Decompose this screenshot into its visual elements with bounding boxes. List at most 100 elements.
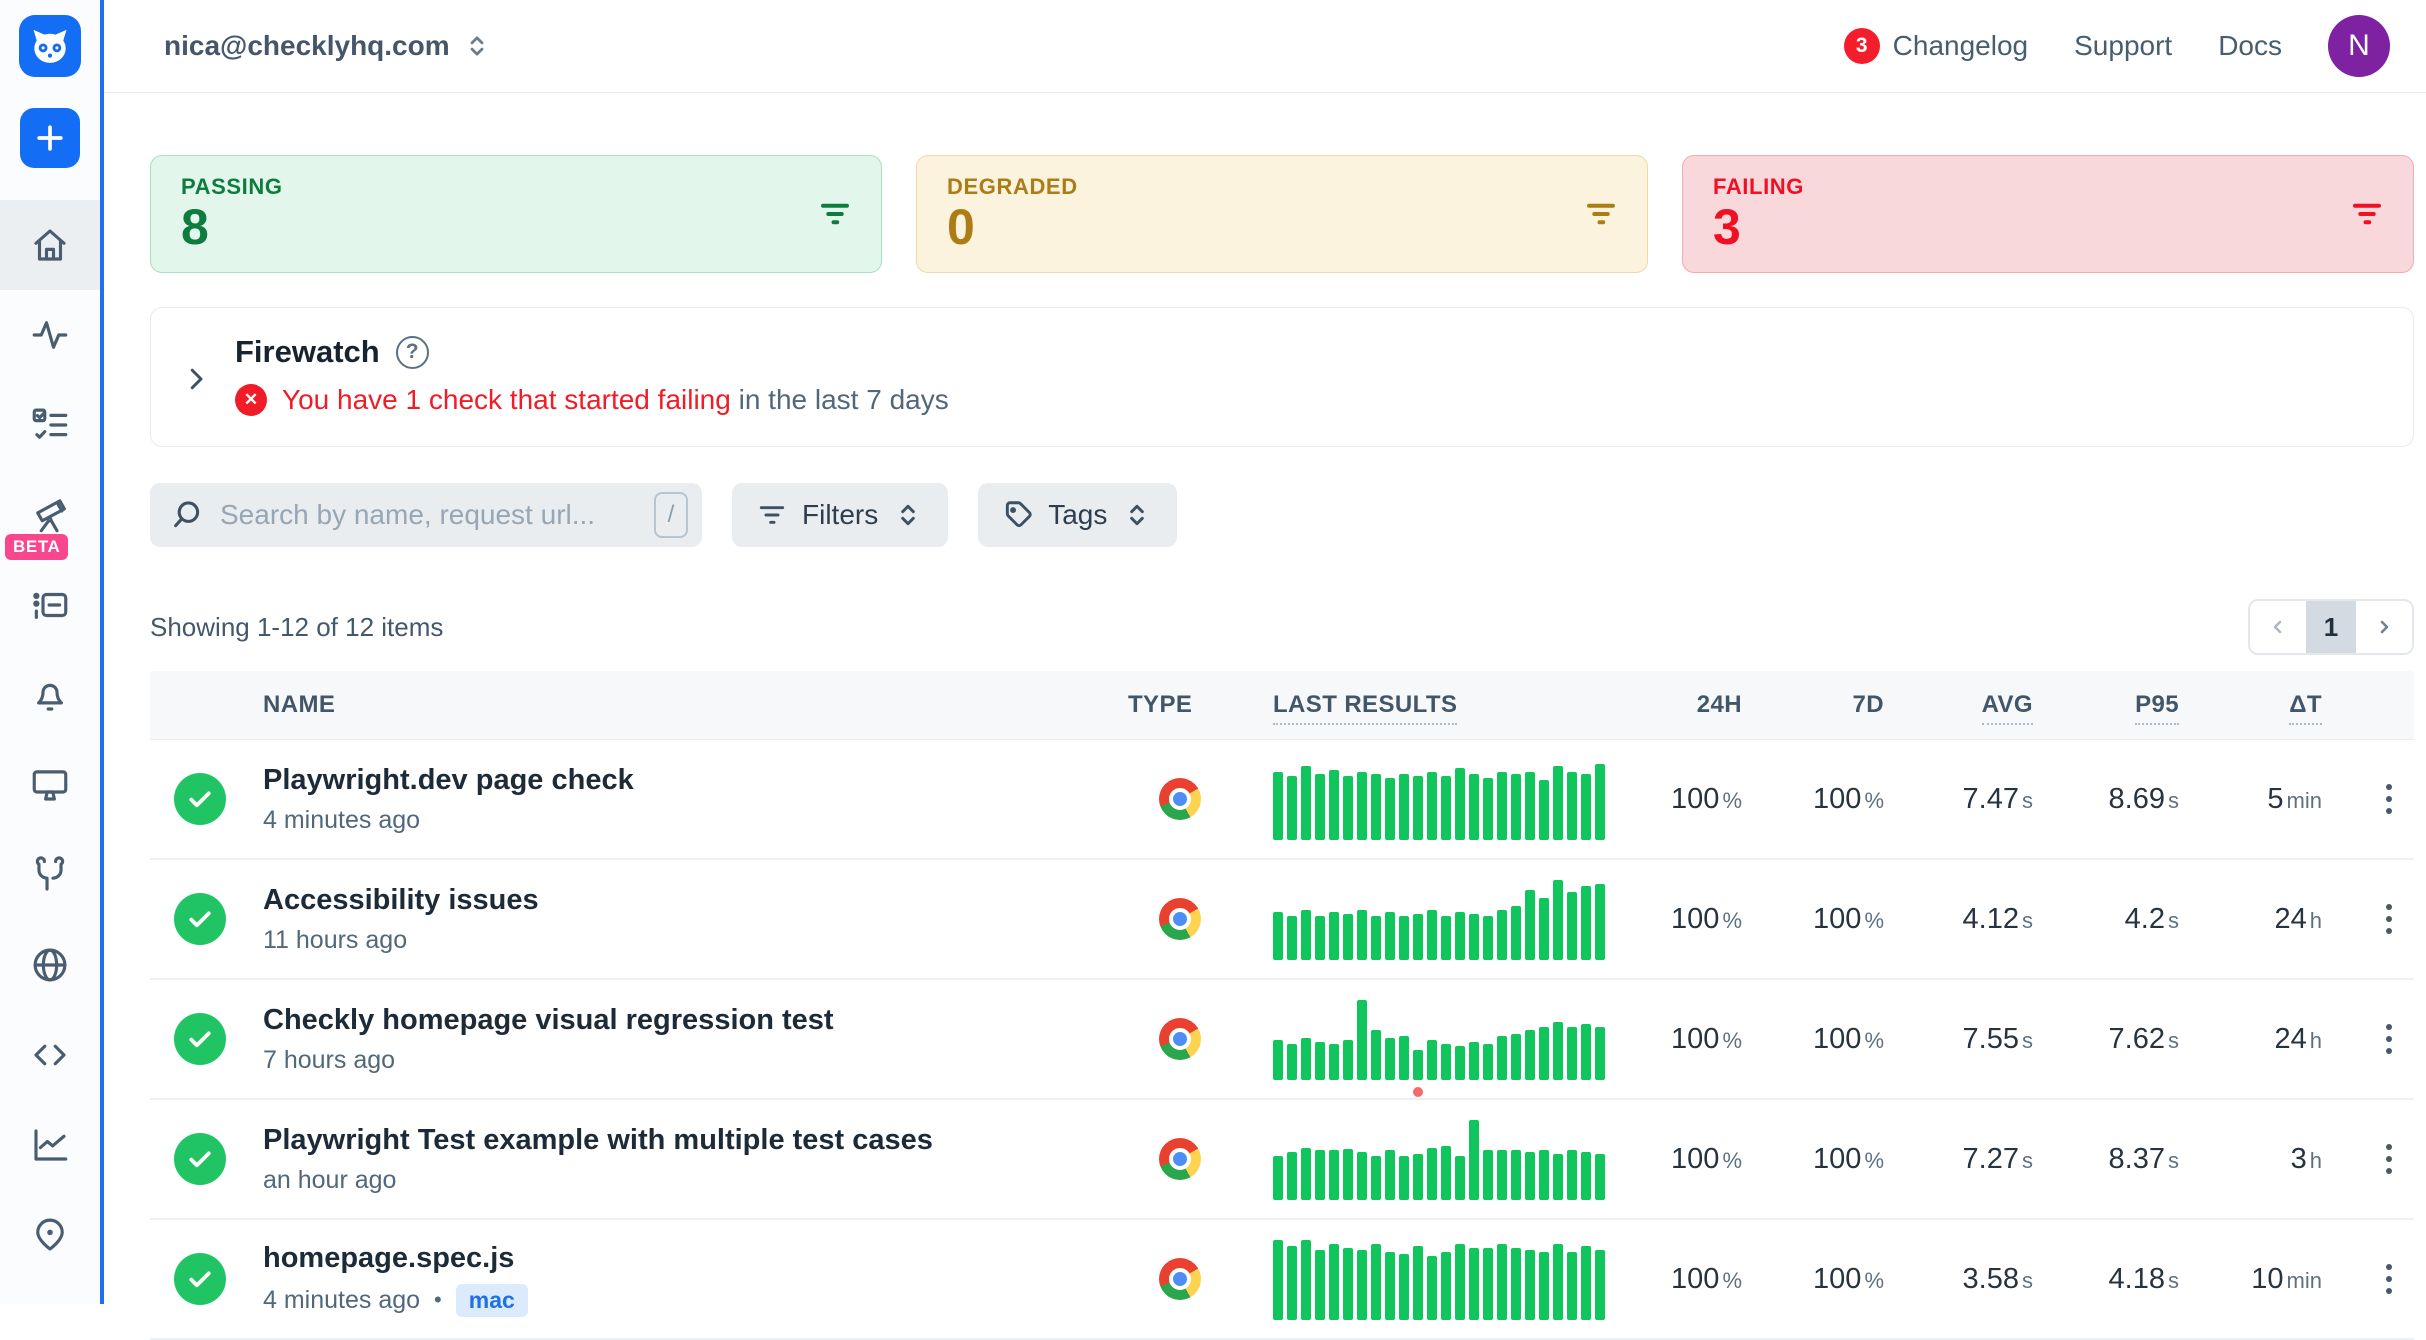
results-bar-chart[interactable] xyxy=(1273,1238,1670,1320)
check-name[interactable]: Playwright Test example with multiple te… xyxy=(263,1124,1128,1157)
row-menu-button[interactable] xyxy=(2378,776,2400,822)
col-avg[interactable]: AVG xyxy=(1982,691,2033,725)
search-box[interactable]: / xyxy=(150,483,702,547)
list-box-icon xyxy=(29,584,71,626)
sidebar-item-locations[interactable] xyxy=(0,1190,100,1280)
filters-label: Filters xyxy=(802,499,878,531)
prev-page-button[interactable] xyxy=(2250,601,2306,653)
sidebar-item-cli[interactable] xyxy=(0,1010,100,1100)
degraded-label: DEGRADED xyxy=(947,174,1617,200)
chrome-browser-icon xyxy=(1159,1018,1201,1060)
search-input[interactable] xyxy=(218,498,640,532)
row-menu-button[interactable] xyxy=(2378,1136,2400,1182)
check-name[interactable]: Checkly homepage visual regression test xyxy=(263,1004,1128,1037)
checkly-logo[interactable] xyxy=(19,15,81,77)
status-passing-icon xyxy=(174,773,226,825)
p95-time: 8.37 xyxy=(2109,1143,2165,1175)
table-row[interactable]: Playwright.dev page check 4 minutes ago … xyxy=(150,740,2414,860)
uptime-24h: 100 xyxy=(1671,1023,1719,1055)
checks-table: NAME TYPE LAST RESULTS 24H 7D AVG P95 ΔT… xyxy=(150,671,2414,1340)
account-switcher[interactable]: nica@checklyhq.com xyxy=(164,30,492,62)
search-icon xyxy=(170,498,204,532)
results-bar-chart[interactable] xyxy=(1273,1118,1670,1200)
uptime-24h: 100 xyxy=(1671,903,1719,935)
bell-icon xyxy=(29,674,71,716)
sidebar-item-analytics[interactable] xyxy=(0,1100,100,1190)
chrome-browser-icon xyxy=(1159,898,1201,940)
sidebar-item-runners[interactable] xyxy=(0,560,100,650)
chart-line-icon xyxy=(29,1124,71,1166)
sidebar-item-telescope-beta[interactable]: BETA xyxy=(0,470,100,560)
expand-chevron-icon[interactable] xyxy=(181,364,211,416)
current-page[interactable]: 1 xyxy=(2306,601,2356,653)
firewatch-panel: Firewatch ? ✕ You have 1 check that star… xyxy=(150,307,2414,447)
chrome-browser-icon xyxy=(1159,1138,1201,1180)
sidebar: BETA xyxy=(0,0,104,1304)
sidebar-item-private-locations[interactable] xyxy=(0,920,100,1010)
filter-icon[interactable] xyxy=(817,196,853,232)
check-name[interactable]: Accessibility issues xyxy=(263,884,1128,917)
help-icon[interactable]: ? xyxy=(396,336,429,369)
account-email: nica@checklyhq.com xyxy=(164,30,450,62)
status-passing-icon xyxy=(174,1253,226,1305)
last-run-time: 4 minutes ago xyxy=(263,806,420,835)
topbar: nica@checklyhq.com 3 Changelog Support D… xyxy=(104,0,2426,93)
filter-icon xyxy=(756,499,788,531)
results-bar-chart[interactable] xyxy=(1273,998,1670,1080)
col-type: TYPE xyxy=(1128,691,1273,719)
col-name: NAME xyxy=(263,691,1128,719)
filters-button[interactable]: Filters xyxy=(732,483,948,547)
alert-suffix: in the last 7 days xyxy=(739,384,949,415)
frequency: 10 xyxy=(2251,1263,2283,1295)
uptime-7d: 100 xyxy=(1813,1263,1861,1295)
table-row[interactable]: Accessibility issues 11 hours ago 100% 1… xyxy=(150,860,2414,980)
slash-shortcut-key: / xyxy=(654,492,688,538)
col-24h: 24H xyxy=(1697,691,1742,719)
avg-time: 4.12 xyxy=(1963,903,2019,935)
uptime-7d: 100 xyxy=(1813,903,1861,935)
tag-badge[interactable]: mac xyxy=(456,1284,528,1317)
sidebar-item-alerts[interactable] xyxy=(0,650,100,740)
failing-label: FAILING xyxy=(1713,174,2383,200)
user-avatar[interactable]: N xyxy=(2328,15,2390,77)
monitor-icon xyxy=(29,764,71,806)
tags-button[interactable]: Tags xyxy=(978,483,1177,547)
create-new-button[interactable] xyxy=(20,108,80,168)
checklist-icon xyxy=(29,404,71,446)
row-menu-button[interactable] xyxy=(2378,1016,2400,1062)
sidebar-item-activity[interactable] xyxy=(0,290,100,380)
tag-icon xyxy=(1002,499,1034,531)
support-link[interactable]: Support xyxy=(2074,30,2172,62)
degraded-count: 0 xyxy=(947,202,1617,252)
check-name[interactable]: homepage.spec.js xyxy=(263,1242,1128,1275)
table-row[interactable]: homepage.spec.js 4 minutes ago • mac 100… xyxy=(150,1220,2414,1340)
row-menu-button[interactable] xyxy=(2378,896,2400,942)
avg-time: 7.47 xyxy=(1963,783,2019,815)
table-row[interactable]: Checkly homepage visual regression test … xyxy=(150,980,2414,1100)
table-row[interactable]: Playwright Test example with multiple te… xyxy=(150,1100,2414,1220)
code-brackets-icon xyxy=(29,1034,71,1076)
col-p95[interactable]: P95 xyxy=(2135,691,2179,725)
results-bar-chart[interactable] xyxy=(1273,758,1670,840)
failing-card[interactable]: FAILING 3 xyxy=(1682,155,2414,273)
p95-time: 7.62 xyxy=(2109,1023,2165,1055)
docs-link[interactable]: Docs xyxy=(2218,30,2282,62)
results-bar-chart[interactable] xyxy=(1273,878,1670,960)
sidebar-item-checks[interactable] xyxy=(0,380,100,470)
row-menu-button[interactable] xyxy=(2378,1256,2400,1302)
sidebar-item-dashboards[interactable] xyxy=(0,740,100,830)
sidebar-item-home[interactable] xyxy=(0,200,100,290)
degraded-card[interactable]: DEGRADED 0 xyxy=(916,155,1648,273)
firewatch-alert[interactable]: ✕ You have 1 check that started failing … xyxy=(235,384,949,416)
check-name[interactable]: Playwright.dev page check xyxy=(263,764,1128,797)
passing-card[interactable]: PASSING 8 xyxy=(150,155,882,273)
changelog-link[interactable]: 3 Changelog xyxy=(1844,28,2028,64)
filter-icon[interactable] xyxy=(1583,196,1619,232)
next-page-button[interactable] xyxy=(2356,601,2412,653)
last-run-time: an hour ago xyxy=(263,1166,396,1195)
filter-icon[interactable] xyxy=(2349,196,2385,232)
sidebar-item-maintenance[interactable] xyxy=(0,830,100,920)
col-last-results[interactable]: LAST RESULTS xyxy=(1273,691,1457,725)
col-dt[interactable]: ΔT xyxy=(2289,691,2322,725)
sidebar-nav: BETA xyxy=(0,200,100,1280)
